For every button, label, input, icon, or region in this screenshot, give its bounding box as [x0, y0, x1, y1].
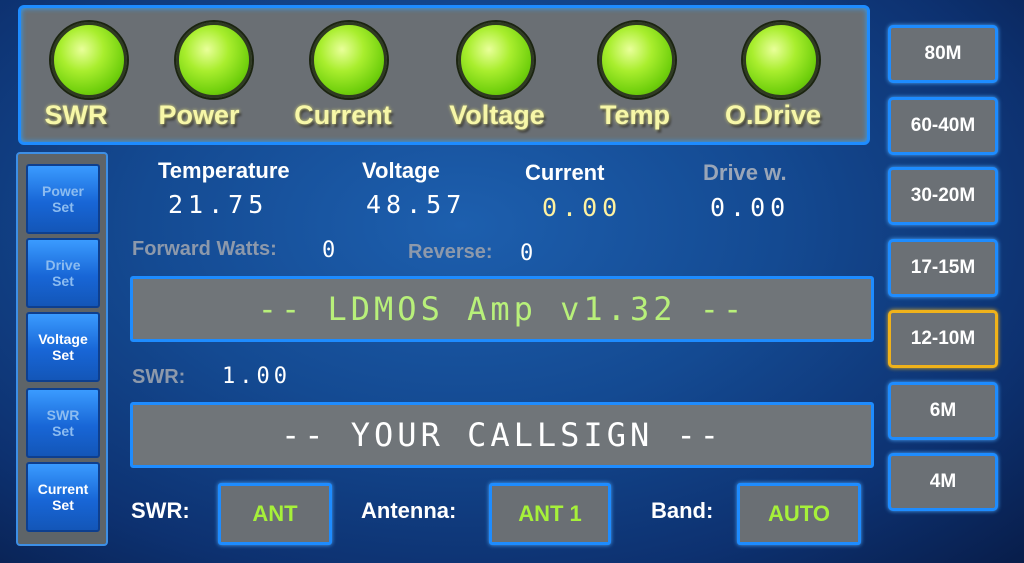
reverse-value: 0: [520, 241, 534, 266]
voltage-value: 48.57: [366, 190, 467, 219]
antenna-label: Antenna:: [361, 498, 457, 523]
swr-readout-label: SWR:: [132, 366, 186, 388]
current-indicator-label: Current: [294, 100, 392, 130]
odrive-led-icon: [743, 22, 819, 98]
forward-watts-value: 0: [322, 238, 336, 263]
swr-ant-button[interactable]: ANT: [218, 483, 332, 545]
current-value: 0.00: [542, 193, 623, 222]
odrive-indicator-label: O.Drive: [724, 100, 822, 130]
drive-value: 0.00: [710, 193, 791, 222]
antenna-button[interactable]: ANT 1: [489, 483, 611, 545]
settings-sidebar: Power Set Drive Set Voltage Set SWR Set …: [16, 152, 108, 546]
band-button-17-15m[interactable]: 17-15M: [888, 239, 998, 297]
indicator-panel: SWR Power Current Voltage Temp O.Drive: [18, 5, 870, 145]
band-selector: 80M 60-40M 30-20M 17-15M 12-10M 6M 4M: [880, 5, 1010, 543]
band-mode-button[interactable]: AUTO: [737, 483, 861, 545]
band-button-80m[interactable]: 80M: [888, 25, 998, 83]
temp-led-icon: [599, 22, 675, 98]
band-label: Band:: [651, 498, 714, 523]
voltage-label: Voltage: [362, 158, 440, 183]
forward-watts-label: Forward Watts:: [132, 238, 277, 260]
swr-set-button[interactable]: SWR Set: [26, 388, 100, 458]
reverse-label: Reverse:: [408, 241, 493, 263]
swr-led-icon: [51, 22, 127, 98]
temp-indicator-label: Temp: [599, 100, 671, 130]
current-label: Current: [525, 160, 605, 185]
band-button-12-10m[interactable]: 12-10M: [888, 310, 998, 368]
band-button-60-40m[interactable]: 60-40M: [888, 97, 998, 155]
power-set-button[interactable]: Power Set: [26, 164, 100, 234]
band-button-6m[interactable]: 6M: [888, 382, 998, 440]
temperature-value: 21.75: [168, 190, 269, 219]
drive-set-button[interactable]: Drive Set: [26, 238, 100, 308]
callsign-display: -- YOUR CALLSIGN --: [130, 402, 874, 468]
drive-label: Drive w.: [703, 160, 787, 185]
power-led-icon: [176, 22, 252, 98]
current-set-button[interactable]: Current Set: [26, 462, 100, 532]
band-button-4m[interactable]: 4M: [888, 453, 998, 511]
voltage-led-icon: [458, 22, 534, 98]
swr-ant-label: SWR:: [131, 498, 190, 523]
swr-readout-value: 1.00: [222, 364, 291, 389]
band-button-30-20m[interactable]: 30-20M: [888, 167, 998, 225]
temperature-label: Temperature: [158, 158, 290, 183]
power-indicator-label: Power: [158, 100, 240, 130]
current-led-icon: [311, 22, 387, 98]
voltage-set-button[interactable]: Voltage Set: [26, 312, 100, 382]
swr-indicator-label: SWR: [44, 100, 108, 130]
voltage-indicator-label: Voltage: [449, 100, 545, 130]
amp-title-display: -- LDMOS Amp v1.32 --: [130, 276, 874, 342]
